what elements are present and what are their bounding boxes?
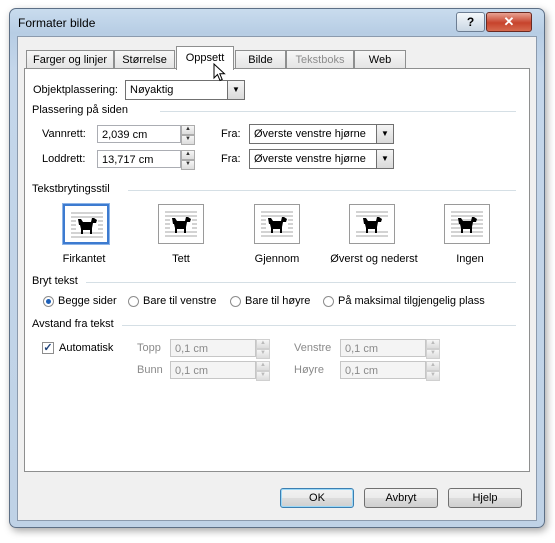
- spin-up-icon[interactable]: ▲: [181, 125, 195, 135]
- wrap-label-firkantet[interactable]: Firkantet: [34, 253, 134, 265]
- objektplassering-label: Objektplassering:: [33, 84, 118, 96]
- topp-input[interactable]: 0,1 cm: [170, 339, 256, 357]
- wrap-label-overst-og-nederst[interactable]: Øverst og nederst: [324, 253, 424, 265]
- objektplassering-select[interactable]: Nøyaktig ▼: [125, 80, 245, 100]
- dialog-title: Formater bilde: [18, 16, 96, 30]
- loddrett-input[interactable]: 13,717 cm: [97, 150, 181, 168]
- tab-tekstboks[interactable]: Tekstboks: [286, 50, 354, 69]
- fra-value-1: Øverste venstre hjørne: [254, 128, 366, 140]
- wrap-label-tett[interactable]: Tett: [131, 253, 231, 265]
- vannrett-label: Vannrett:: [42, 128, 86, 140]
- fra-label-1: Fra:: [221, 128, 241, 140]
- vannrett-spinner[interactable]: ▲ ▼: [181, 125, 195, 145]
- fra-select-1[interactable]: Øverste venstre hjørne ▼: [249, 124, 394, 144]
- wrap-option-firkantet[interactable]: [63, 204, 109, 244]
- chevron-down-icon[interactable]: ▼: [376, 125, 393, 143]
- spin-down-icon[interactable]: ▼: [256, 349, 270, 359]
- radio-label-bare-til-venstre[interactable]: Bare til venstre: [143, 295, 216, 307]
- spin-down-icon[interactable]: ▼: [426, 371, 440, 381]
- fra-label-2: Fra:: [221, 153, 241, 165]
- wrap-option-ingen[interactable]: [444, 204, 490, 244]
- dog-picture-icon: [71, 212, 103, 238]
- wrap-label-gjennom[interactable]: Gjennom: [227, 253, 327, 265]
- avstand-header: Avstand fra tekst: [32, 318, 114, 330]
- title-help-button[interactable]: ?: [456, 12, 485, 32]
- bunn-input[interactable]: 0,1 cm: [170, 361, 256, 379]
- fra-select-2[interactable]: Øverste venstre hjørne ▼: [249, 149, 394, 169]
- spin-down-icon[interactable]: ▼: [181, 135, 195, 145]
- spin-up-icon[interactable]: ▲: [256, 361, 270, 371]
- group-divider: [122, 325, 516, 326]
- group-divider: [128, 190, 516, 191]
- close-button[interactable]: ✕: [486, 12, 532, 32]
- plassering-header: Plassering på siden: [32, 104, 129, 116]
- cancel-button[interactable]: Avbryt: [364, 488, 438, 508]
- objektplassering-value: Nøyaktig: [130, 84, 174, 96]
- radio-begge-sider[interactable]: [43, 296, 54, 307]
- group-divider: [160, 111, 516, 112]
- tab-bilde[interactable]: Bilde: [235, 50, 286, 69]
- fra-value-2: Øverste venstre hjørne: [254, 153, 366, 165]
- loddrett-label: Loddrett:: [42, 153, 86, 165]
- mouse-pointer-icon: [213, 63, 226, 82]
- spin-up-icon[interactable]: ▲: [256, 339, 270, 349]
- topp-spinner[interactable]: ▲ ▼: [256, 339, 270, 359]
- wrap-option-overst-og-nederst[interactable]: [349, 204, 395, 244]
- chevron-down-icon[interactable]: ▼: [227, 81, 244, 99]
- ok-button[interactable]: OK: [280, 488, 354, 508]
- spin-up-icon[interactable]: ▲: [426, 339, 440, 349]
- radio-bare-til-venstre[interactable]: [128, 296, 139, 307]
- venstre-spinner[interactable]: ▲ ▼: [426, 339, 440, 359]
- loddrett-spinner[interactable]: ▲ ▼: [181, 150, 195, 170]
- dog-picture-icon: [165, 211, 197, 237]
- topp-label: Topp: [137, 342, 161, 354]
- vannrett-input[interactable]: 2,039 cm: [97, 125, 181, 143]
- radio-label-bare-til-hoyre[interactable]: Bare til høyre: [245, 295, 310, 307]
- dog-picture-icon: [261, 211, 293, 237]
- radio-maksimal-plass[interactable]: [323, 296, 334, 307]
- chevron-down-icon[interactable]: ▼: [376, 150, 393, 168]
- dog-picture-icon: [451, 211, 483, 237]
- hoyre-spinner[interactable]: ▲ ▼: [426, 361, 440, 381]
- radio-bare-til-hoyre[interactable]: [230, 296, 241, 307]
- tab-farger-og-linjer[interactable]: Farger og linjer: [26, 50, 114, 69]
- group-divider: [86, 282, 516, 283]
- radio-label-maksimal-plass[interactable]: På maksimal tilgjengelig plass: [338, 295, 485, 307]
- wrap-option-tett[interactable]: [158, 204, 204, 244]
- automatisk-checkbox[interactable]: ✓: [42, 342, 54, 354]
- spin-down-icon[interactable]: ▼: [181, 160, 195, 170]
- spin-up-icon[interactable]: ▲: [426, 361, 440, 371]
- venstre-label: Venstre: [294, 342, 332, 354]
- spin-down-icon[interactable]: ▼: [256, 371, 270, 381]
- help-button[interactable]: Hjelp: [448, 488, 522, 508]
- wrap-option-gjennom[interactable]: [254, 204, 300, 244]
- wrap-label-ingen[interactable]: Ingen: [420, 253, 520, 265]
- tab-web[interactable]: Web: [354, 50, 406, 69]
- bryt-header: Bryt tekst: [32, 275, 78, 287]
- spin-up-icon[interactable]: ▲: [181, 150, 195, 160]
- spin-down-icon[interactable]: ▼: [426, 349, 440, 359]
- bunn-spinner[interactable]: ▲ ▼: [256, 361, 270, 381]
- radio-label-begge-sider[interactable]: Begge sider: [58, 295, 117, 307]
- tab-storrelse[interactable]: Størrelse: [114, 50, 175, 69]
- automatisk-label[interactable]: Automatisk: [59, 342, 113, 354]
- wrapping-header: Tekstbrytingsstil: [32, 183, 110, 195]
- hoyre-input[interactable]: 0,1 cm: [340, 361, 426, 379]
- dog-picture-icon: [356, 211, 388, 237]
- bunn-label: Bunn: [137, 364, 163, 376]
- hoyre-label: Høyre: [294, 364, 324, 376]
- venstre-input[interactable]: 0,1 cm: [340, 339, 426, 357]
